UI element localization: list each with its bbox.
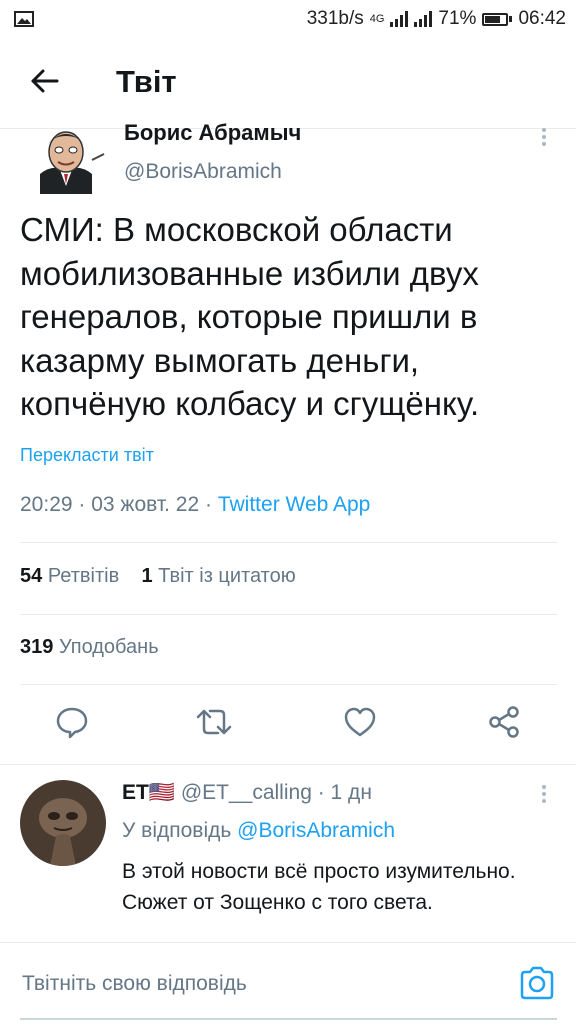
reply-author-handle[interactable]: @ET__calling: [181, 781, 312, 804]
divider: [20, 542, 557, 543]
gallery-icon: [14, 11, 34, 27]
quotes-stat[interactable]: 1 Твіт із цитатою: [141, 565, 295, 587]
clock: 06:42: [518, 8, 566, 29]
author-name[interactable]: Борис Абрамыч: [124, 120, 301, 146]
more-options-icon[interactable]: [541, 128, 547, 146]
author-avatar[interactable]: [22, 130, 110, 194]
quotes-count: 1: [141, 565, 153, 587]
translate-tweet-link[interactable]: Перекласти твіт: [20, 445, 154, 466]
page-title: Твіт: [116, 64, 177, 99]
reply-avatar[interactable]: [20, 780, 106, 866]
tweet-meta: 20:29 · 03 жовт. 22 · Twitter Web App: [20, 493, 370, 517]
likes-count: 319: [20, 636, 54, 658]
signal-icon: [390, 11, 409, 27]
back-arrow-icon[interactable]: [30, 66, 60, 96]
quotes-label: Твіт із цитатою: [158, 565, 296, 587]
share-button[interactable]: [482, 700, 526, 744]
author-handle[interactable]: @BorisAbramich: [124, 160, 282, 184]
share-icon: [489, 706, 519, 738]
tweet-text: СМИ: В московской области мобилизованные…: [20, 211, 480, 422]
retweet-stats: 54 Ретвітів 1 Твіт із цитатою: [20, 565, 296, 588]
divider: [20, 614, 557, 615]
top-bar: [0, 40, 576, 129]
retweet-icon: [196, 709, 232, 735]
tweet-source-link[interactable]: Twitter Web App: [218, 493, 371, 516]
replying-to: У відповідь @BorisAbramich: [122, 819, 395, 843]
replying-to-label: У відповідь: [122, 819, 232, 842]
retweets-stat[interactable]: 54 Ретвітів: [20, 565, 119, 587]
likes-label: Уподобань: [58, 636, 159, 658]
status-indicators: 331b/s 4G 71% 06:42: [307, 8, 566, 30]
signal-icon-2: [414, 11, 433, 27]
meta-separator: ·: [78, 493, 92, 516]
reply-button[interactable]: [50, 700, 94, 744]
retweets-label: Ретвітів: [47, 565, 120, 587]
reply-more-options-icon[interactable]: [541, 785, 547, 803]
input-underline: [20, 1018, 557, 1020]
camera-icon[interactable]: [518, 964, 556, 1002]
reply-text: В этой новости всё просто изумительно. С…: [122, 860, 516, 914]
reply-author: ET🇺🇸 @ET__calling · 1 дн: [122, 781, 372, 805]
tweet-time: 20:29: [20, 493, 73, 516]
like-button[interactable]: [338, 700, 382, 744]
reply-icon: [56, 707, 88, 739]
reply-time: 1 дн: [330, 781, 372, 804]
network-type: 4G: [369, 13, 385, 25]
meta-separator: ·: [205, 493, 218, 516]
meta-separator: ·: [317, 781, 331, 804]
reply-input[interactable]: Твітніть свою відповідь: [22, 972, 247, 996]
like-icon: [344, 707, 376, 737]
battery-percent: 71%: [438, 8, 477, 29]
tweet-date: 03 жовт. 22: [91, 493, 200, 516]
net-speed: 331b/s: [306, 8, 364, 29]
retweets-count: 54: [20, 565, 43, 587]
likes-stat[interactable]: 319 Уподобань: [20, 636, 159, 659]
battery-icon: [482, 12, 513, 26]
retweet-button[interactable]: [192, 700, 236, 744]
replying-to-mention[interactable]: @BorisAbramich: [237, 819, 395, 842]
reply-author-name[interactable]: ET🇺🇸: [122, 781, 175, 804]
divider: [20, 684, 557, 685]
status-bar: 331b/s 4G 71% 06:42: [0, 0, 576, 40]
